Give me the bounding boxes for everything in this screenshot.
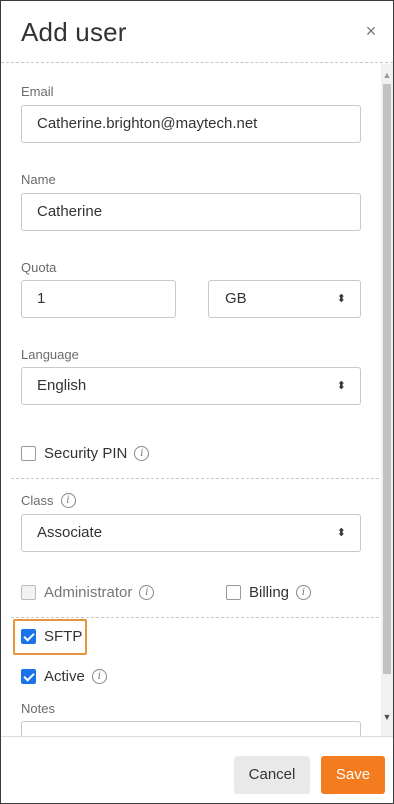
info-icon[interactable]: i [296,585,312,600]
language-value: English [37,377,87,394]
billing-label: Billing [249,584,290,601]
info-icon[interactable]: i [91,669,107,684]
info-icon[interactable]: i [60,493,76,508]
info-icon[interactable]: i [134,446,150,461]
dialog-title: Add user [21,17,127,47]
scroll-thumb[interactable] [383,84,391,674]
select-arrows-icon: ⬍ [336,380,346,392]
name-label: Name [21,172,56,187]
select-arrows-icon: ⬍ [336,527,346,539]
email-label: Email [21,84,54,99]
billing-checkbox[interactable] [226,585,241,600]
select-arrows-icon: ⬍ [336,293,346,305]
quota-unit-select[interactable]: GB ⬍ [208,280,361,318]
class-select[interactable]: Associate ⬍ [21,514,361,552]
save-button[interactable]: Save [321,756,385,794]
name-field[interactable]: Catherine [21,193,361,231]
section-divider [11,478,379,479]
class-label-row: Class i [21,493,76,508]
add-user-dialog: Add user × Email Catherine.brighton@mayt… [0,0,394,804]
dialog-header: Add user × [1,1,393,63]
notes-label: Notes [21,701,55,716]
active-option[interactable]: Active i [21,668,107,685]
quota-field[interactable]: 1 [21,280,176,318]
email-field[interactable]: Catherine.brighton@maytech.net [21,105,361,143]
administrator-checkbox[interactable] [21,585,36,600]
quota-label: Quota [21,260,57,275]
scrollbar[interactable]: ▲ ▼ [381,64,393,736]
active-label: Active [44,668,85,685]
class-label: Class [21,493,54,508]
language-select[interactable]: English ⬍ [21,367,361,405]
billing-option[interactable]: Billing i [226,584,312,601]
security-pin-label: Security PIN [44,445,128,462]
section-divider [11,617,379,618]
active-checkbox[interactable] [21,669,36,684]
sftp-highlight-box [13,619,87,655]
dialog-footer: Cancel Save [1,736,393,803]
security-pin-checkbox[interactable] [21,446,36,461]
cancel-button[interactable]: Cancel [234,756,310,794]
scroll-down-icon[interactable]: ▼ [381,712,393,722]
info-icon[interactable]: i [139,585,155,600]
scroll-up-icon[interactable]: ▲ [381,70,393,80]
quota-unit-value: GB [225,290,247,307]
language-label: Language [21,347,79,362]
close-icon[interactable]: × [363,22,379,40]
security-pin-option[interactable]: Security PIN i [21,445,150,462]
class-value: Associate [37,524,103,541]
administrator-option[interactable]: Administrator i [21,584,155,601]
administrator-label: Administrator [44,584,133,601]
notes-textarea[interactable] [21,721,361,736]
